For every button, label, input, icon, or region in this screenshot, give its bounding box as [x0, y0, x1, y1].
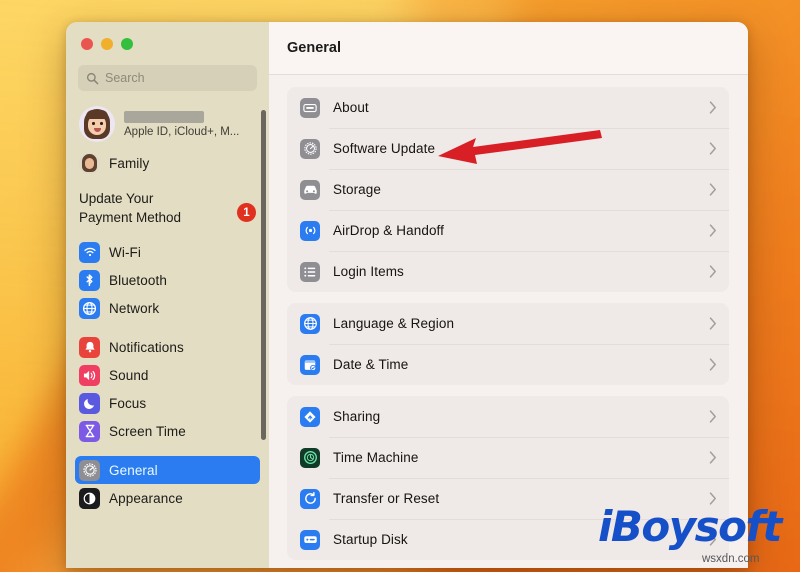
- minimize-button[interactable]: [101, 38, 113, 50]
- row-label: Storage: [333, 182, 381, 197]
- reset-icon: [300, 488, 320, 509]
- row-label: Time Machine: [333, 450, 419, 465]
- chevron-right-icon: [709, 224, 716, 237]
- chevron-right-icon: [709, 101, 716, 114]
- disk-icon: [300, 529, 320, 550]
- gear-icon: [79, 459, 100, 481]
- moon-icon: [79, 392, 100, 414]
- payment-notice-text: Update Your Payment Method: [79, 189, 181, 227]
- sidebar-item-focus[interactable]: Focus: [75, 389, 260, 417]
- row-time-machine[interactable]: Time Machine: [287, 437, 729, 478]
- sidebar-item-wi-fi[interactable]: Wi-Fi: [75, 238, 260, 266]
- sidebar-scrollbar[interactable]: [261, 110, 266, 440]
- sidebar-item-appearance[interactable]: Appearance: [75, 484, 260, 512]
- sidebar-item-label: Notifications: [109, 339, 184, 355]
- chevron-right-icon: [709, 410, 716, 423]
- row-label: AirDrop & Handoff: [333, 223, 445, 238]
- gear-icon: [300, 138, 320, 159]
- bluetooth-icon: [79, 269, 100, 291]
- payment-notice-line1: Update Your: [79, 191, 154, 206]
- row-about[interactable]: About: [287, 87, 729, 128]
- wifi-icon: [79, 241, 100, 263]
- chevron-right-icon: [709, 183, 716, 196]
- sidebar-item-label: Sound: [109, 367, 149, 383]
- chevron-right-icon: [709, 451, 716, 464]
- sidebar-item-notifications[interactable]: Notifications: [75, 333, 260, 361]
- close-button[interactable]: [81, 38, 93, 50]
- traffic-lights: [66, 22, 269, 50]
- row-label: About: [333, 100, 369, 115]
- chevron-right-icon: [709, 142, 716, 155]
- sidebar-item-label: Focus: [109, 395, 147, 411]
- page-title: General: [287, 40, 341, 56]
- settings-list: About Software Update Storage AirDrop & …: [269, 75, 748, 568]
- content-pane: General About Software Update Storage Ai…: [269, 22, 748, 568]
- chevron-right-icon: [709, 265, 716, 278]
- update-payment-method-notice[interactable]: Update Your Payment Method 1: [79, 189, 256, 227]
- row-label: Login Items: [333, 264, 404, 279]
- row-label: Language & Region: [333, 316, 455, 331]
- sidebar-item-label: Wi-Fi: [109, 244, 141, 260]
- globe-icon: [79, 297, 100, 319]
- sidebar-item-label: Family: [109, 155, 150, 171]
- row-software-update[interactable]: Software Update: [287, 128, 729, 169]
- row-label: Sharing: [333, 409, 381, 424]
- row-date-time[interactable]: Date & Time: [287, 344, 729, 385]
- row-language-region[interactable]: Language & Region: [287, 303, 729, 344]
- clock-icon: [300, 447, 320, 468]
- zoom-button[interactable]: [121, 38, 133, 50]
- notification-badge: 1: [237, 203, 256, 222]
- bell-icon: [79, 336, 100, 358]
- payment-notice-line2: Payment Method: [79, 210, 182, 225]
- speaker-icon: [79, 364, 100, 386]
- chevron-right-icon: [709, 317, 716, 330]
- settings-group: Language & Region Date & Time: [287, 303, 729, 385]
- row-airdrop-handoff[interactable]: AirDrop & Handoff: [287, 210, 729, 251]
- contrast-icon: [79, 487, 100, 509]
- sidebar-item-bluetooth[interactable]: Bluetooth: [75, 266, 260, 294]
- desktop-wallpaper: Search Apple ID, iCloud+, M... Family Up…: [0, 0, 800, 572]
- chevron-right-icon: [709, 358, 716, 371]
- row-login-items[interactable]: Login Items: [287, 251, 729, 292]
- content-titlebar: General: [269, 22, 748, 75]
- sharing-icon: [300, 406, 320, 427]
- sidebar-item-label: Appearance: [109, 490, 183, 506]
- search-icon: [86, 72, 99, 84]
- system-settings-window: Search Apple ID, iCloud+, M... Family Up…: [66, 22, 748, 568]
- family-avatar-icon: [79, 152, 100, 174]
- search-placeholder: Search: [105, 71, 145, 85]
- sidebar-item-screen-time[interactable]: Screen Time: [75, 417, 260, 445]
- row-label: Date & Time: [333, 357, 409, 372]
- sidebar-item-label: General: [109, 462, 158, 478]
- calendar-icon: [300, 354, 320, 375]
- sidebar-item-label: Screen Time: [109, 423, 186, 439]
- watermark-site: wsxdn.com: [702, 553, 760, 565]
- sidebar-item-sound[interactable]: Sound: [75, 361, 260, 389]
- list-icon: [300, 261, 320, 282]
- sidebar-item-label: Network: [109, 300, 160, 316]
- settings-group: About Software Update Storage AirDrop & …: [287, 87, 729, 292]
- sidebar-item-network[interactable]: Network: [75, 294, 260, 322]
- computer-icon: [300, 97, 320, 118]
- search-input[interactable]: Search: [78, 65, 257, 91]
- row-sharing[interactable]: Sharing: [287, 396, 729, 437]
- sidebar-item-label: Bluetooth: [109, 272, 167, 288]
- sidebar-item-general[interactable]: General: [75, 456, 260, 484]
- avatar: [79, 106, 115, 142]
- airdrop-icon: [300, 220, 320, 241]
- watermark-logo: iBoysoft: [598, 502, 782, 551]
- row-label: Software Update: [333, 141, 436, 156]
- account-name-redacted: [124, 111, 204, 123]
- apple-id-profile-row[interactable]: Apple ID, iCloud+, M...: [79, 104, 257, 144]
- globe-icon: [300, 313, 320, 334]
- hourglass-icon: [79, 420, 100, 442]
- row-storage[interactable]: Storage: [287, 169, 729, 210]
- sidebar: Search Apple ID, iCloud+, M... Family Up…: [66, 22, 269, 568]
- account-subtitle: Apple ID, iCloud+, M...: [124, 126, 240, 138]
- storage-icon: [300, 179, 320, 200]
- sidebar-item-family[interactable]: Family: [75, 149, 260, 177]
